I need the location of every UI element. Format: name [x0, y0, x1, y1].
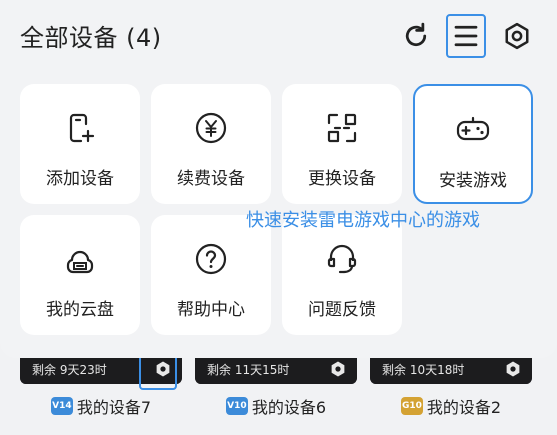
headset-icon	[327, 244, 357, 274]
page-title: 全部设备 (4)	[20, 24, 162, 52]
tile-label: 安装游戏	[439, 171, 507, 191]
tile-label: 我的云盘	[46, 300, 114, 320]
device-settings-icon[interactable]	[327, 358, 349, 380]
refresh-icon	[405, 22, 427, 47]
help-center-button[interactable]: 帮助中心	[151, 215, 271, 335]
device-name-row: V10 我的设备6	[195, 394, 357, 418]
tile-label: 帮助中心	[177, 300, 245, 320]
device-version-badge: V14	[50, 397, 73, 415]
device-remaining-time: 剩余 9天23时	[32, 362, 107, 377]
install-game-tooltip: 快速安装雷电游戏中心的游戏	[246, 210, 480, 231]
cloud-drive-button[interactable]: 我的云盘	[20, 215, 140, 335]
device-version-badge: V10	[225, 397, 248, 415]
cloud-drive-icon	[66, 250, 94, 274]
device-remaining-time: 剩余 10天18时	[382, 362, 465, 377]
device-menu-panel: 全部设备 (4) 添加设备 续费设备 更换设备 安装游戏 我的云盘 帮助中心 问…	[0, 0, 557, 358]
add-device-button[interactable]: 添加设备	[20, 84, 140, 204]
menu-icon	[454, 25, 478, 47]
device-name: 我的设备7	[76, 398, 152, 417]
device-name-row: V14 我的设备7	[20, 394, 182, 418]
replace-device-button[interactable]: 更换设备	[282, 84, 402, 204]
tile-label: 添加设备	[46, 169, 114, 189]
help-icon	[195, 243, 227, 275]
refresh-button[interactable]	[396, 14, 436, 58]
yuan-coin-icon	[195, 112, 227, 144]
device-settings-icon[interactable]	[502, 358, 524, 380]
swap-icon	[327, 113, 357, 143]
tile-label: 更换设备	[308, 169, 376, 189]
install-game-button[interactable]: 安装游戏	[413, 84, 533, 204]
menu-button[interactable]	[446, 14, 486, 58]
device-version-badge: G10	[400, 397, 423, 415]
device-name: 我的设备6	[251, 398, 327, 417]
gamepad-icon	[456, 116, 490, 141]
device-name: 我的设备2	[426, 398, 502, 417]
tile-label: 问题反馈	[308, 300, 376, 320]
settings-icon	[505, 22, 529, 50]
device-remaining-time: 剩余 11天15时	[207, 362, 290, 377]
settings-button[interactable]	[497, 14, 537, 58]
add-device-icon	[69, 113, 95, 143]
feedback-button[interactable]: 问题反馈	[282, 215, 402, 335]
tile-label: 续费设备	[177, 169, 245, 189]
renew-device-button[interactable]: 续费设备	[151, 84, 271, 204]
device-name-row: G10 我的设备2	[370, 394, 532, 418]
